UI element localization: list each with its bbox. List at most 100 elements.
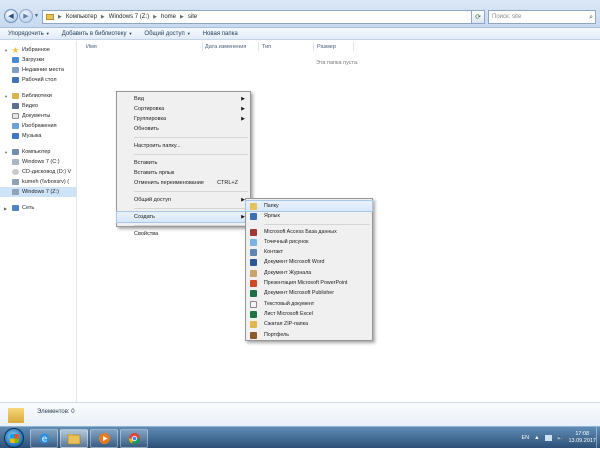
tray-arrow-icon[interactable]: ▲ xyxy=(534,435,539,441)
zip-folder-icon xyxy=(250,321,257,329)
breadcrumb-site[interactable]: site xyxy=(188,14,197,20)
breadcrumb-drive[interactable]: Windows 7 (Z:) xyxy=(109,14,149,20)
documents-icon xyxy=(12,113,19,119)
refresh-button[interactable]: ⟳ xyxy=(471,10,485,24)
arrow-left-icon: ◀ xyxy=(8,12,14,20)
menu-item-label: Создать xyxy=(134,214,155,220)
sidebar-item-label: Загрузки xyxy=(22,57,45,63)
context-menu: Вид ▶ Сортировка ▶ Группировка ▶ Обновить Н… xyxy=(116,91,251,237)
volume-icon[interactable]: 🔈 xyxy=(557,435,564,441)
submenu-item-text[interactable]: Текстовый документ xyxy=(246,299,372,309)
address-bar[interactable]: ▶ Компьютер ▶ Windows 7 (Z:) ▶ home ▶ si… xyxy=(42,10,476,24)
sidebar-item-network-drive[interactable]: kumeh (\\vboxsrv) ( xyxy=(0,177,76,187)
network-tray-icon[interactable] xyxy=(544,435,552,441)
network-icon xyxy=(12,205,19,211)
sidebar-item-network[interactable]: ▶ Сеть xyxy=(0,203,76,213)
menu-item-label: Отменить переименование xyxy=(134,180,204,186)
submenu-item-label: Документ Журнала xyxy=(264,269,312,276)
submenu-item-label: Документ Microsoft Word xyxy=(264,259,325,266)
chevron-down-icon: ▼ xyxy=(128,31,133,36)
menu-separator xyxy=(134,191,248,192)
submenu-item-folder[interactable]: Папку xyxy=(245,199,373,213)
sidebar-item-desktop[interactable]: Рабочий стол xyxy=(0,75,76,85)
submenu-item-powerpoint[interactable]: Презентация Microsoft PowerPoint xyxy=(246,278,372,288)
sidebar-item-music[interactable]: Музыка xyxy=(0,131,76,141)
menu-item-paste-shortcut[interactable]: Вставить ярлык xyxy=(117,168,250,178)
column-type[interactable]: Тип xyxy=(262,44,271,50)
submenu-arrow-icon: ▶ xyxy=(241,106,245,112)
search-input[interactable]: Поиск: site ⌕ xyxy=(488,10,596,24)
submenu-item-contact[interactable]: Контакт xyxy=(246,247,372,257)
menu-item-undo-rename[interactable]: Отменить переименование CTRL+Z xyxy=(117,178,250,188)
sidebar-item-label: CD-дисковод (D:) V xyxy=(22,169,72,175)
forward-button[interactable]: ▶ xyxy=(19,9,33,23)
sidebar-item-drive-d[interactable]: CD-дисковод (D:) V xyxy=(0,167,76,177)
submenu-item-shortcut[interactable]: Ярлык xyxy=(246,211,372,221)
show-desktop-button[interactable] xyxy=(596,427,600,449)
taskbar-media-player-button[interactable] xyxy=(90,429,118,448)
menu-item-sharing[interactable]: Общий доступ ▶ xyxy=(117,195,250,205)
menu-item-label: Вставить ярлык xyxy=(134,170,175,176)
menu-item-refresh[interactable]: Обновить xyxy=(117,124,250,134)
sidebar-item-video[interactable]: Видео xyxy=(0,101,76,111)
sidebar-item-downloads[interactable]: Загрузки xyxy=(0,55,76,65)
sidebar-item-images[interactable]: Изображения xyxy=(0,121,76,131)
cd-drive-icon xyxy=(12,169,19,175)
sidebar-item-favorites[interactable]: ▼ Избранное xyxy=(0,45,76,55)
submenu-item-label: Точечный рисунок xyxy=(264,238,309,245)
menu-item-properties[interactable]: Свойства xyxy=(117,229,250,239)
start-button[interactable] xyxy=(4,428,24,448)
language-indicator[interactable]: EN xyxy=(522,435,530,441)
create-submenu: Папку Ярлык Microsoft Access База данных… xyxy=(245,198,373,341)
sidebar-item-recent[interactable]: Недавние места xyxy=(0,65,76,75)
chevron-right-icon: ▶ xyxy=(100,14,105,20)
text-document-icon xyxy=(250,300,257,308)
share-button[interactable]: Общий доступ ▼ xyxy=(144,31,190,37)
sidebar-item-label: Windows 7 (Z:) xyxy=(22,189,59,195)
submenu-item-journal[interactable]: Документ Журнала xyxy=(246,268,372,278)
new-folder-button[interactable]: Новая папка xyxy=(203,31,238,37)
address-bar-region: ◀ ▶ ▼ ▶ Компьютер ▶ Windows 7 (Z:) ▶ hom… xyxy=(0,0,600,28)
network-drive-icon xyxy=(12,179,19,185)
submenu-item-bitmap[interactable]: Точечный рисунок xyxy=(246,237,372,247)
sidebar-item-libraries[interactable]: ▼ Библиотеки xyxy=(0,91,76,101)
desktop-icon xyxy=(12,77,19,83)
taskbar-ie-button[interactable]: e xyxy=(30,429,58,448)
submenu-item-briefcase[interactable]: Портфель xyxy=(246,330,372,340)
submenu-item-publisher[interactable]: Документ Microsoft Publisher xyxy=(246,288,372,298)
column-name[interactable]: Имя xyxy=(86,44,97,50)
sidebar-item-computer[interactable]: ▼ Компьютер xyxy=(0,147,76,157)
breadcrumb-computer[interactable]: Компьютер xyxy=(66,14,97,20)
organize-button[interactable]: Упорядочить ▼ xyxy=(8,31,50,37)
taskbar-chrome-button[interactable] xyxy=(120,429,148,448)
breadcrumb-home[interactable]: home xyxy=(161,14,176,20)
downloads-icon xyxy=(12,57,19,63)
submenu-item-access[interactable]: Microsoft Access База данных xyxy=(246,227,372,237)
submenu-item-excel[interactable]: Лист Microsoft Excel xyxy=(246,309,372,319)
column-size[interactable]: Размер xyxy=(317,44,336,50)
menu-item-sort[interactable]: Сортировка ▶ xyxy=(117,104,250,114)
sidebar-item-documents[interactable]: Документы xyxy=(0,111,76,121)
menu-item-view[interactable]: Вид ▶ xyxy=(117,94,250,104)
taskbar-explorer-button[interactable] xyxy=(60,429,88,448)
chevron-down-icon: ▼ xyxy=(45,31,50,36)
chevron-down-icon: ▼ xyxy=(4,149,8,155)
bitmap-icon xyxy=(250,238,257,246)
submenu-item-zip[interactable]: Сжатая ZIP-папка xyxy=(246,319,372,329)
share-label: Общий доступ xyxy=(144,30,185,37)
sidebar-item-drive-z[interactable]: Windows 7 (Z:) xyxy=(0,187,76,197)
recent-pages-dropdown-icon[interactable]: ▼ xyxy=(34,13,40,19)
menu-item-paste[interactable]: Вставить xyxy=(117,158,250,168)
clock[interactable]: 17:08 13.09.2017 xyxy=(568,431,596,445)
menu-item-label: Вид xyxy=(134,96,144,102)
column-headers: Имя Дата изменения Тип Размер xyxy=(78,41,600,52)
back-button[interactable]: ◀ xyxy=(4,9,18,23)
add-to-library-button[interactable]: Добавить в библиотеку ▼ xyxy=(62,31,133,37)
search-placeholder: Поиск: site xyxy=(492,14,522,20)
menu-item-customize[interactable]: Настроить папку... xyxy=(117,141,250,151)
sidebar-item-drive-c[interactable]: Windows 7 (C:) xyxy=(0,157,76,167)
column-date[interactable]: Дата изменения xyxy=(205,44,246,50)
menu-item-create[interactable]: Создать ▶ xyxy=(116,211,251,223)
submenu-item-word[interactable]: Документ Microsoft Word xyxy=(246,257,372,267)
menu-item-group[interactable]: Группировка ▶ xyxy=(117,114,250,124)
